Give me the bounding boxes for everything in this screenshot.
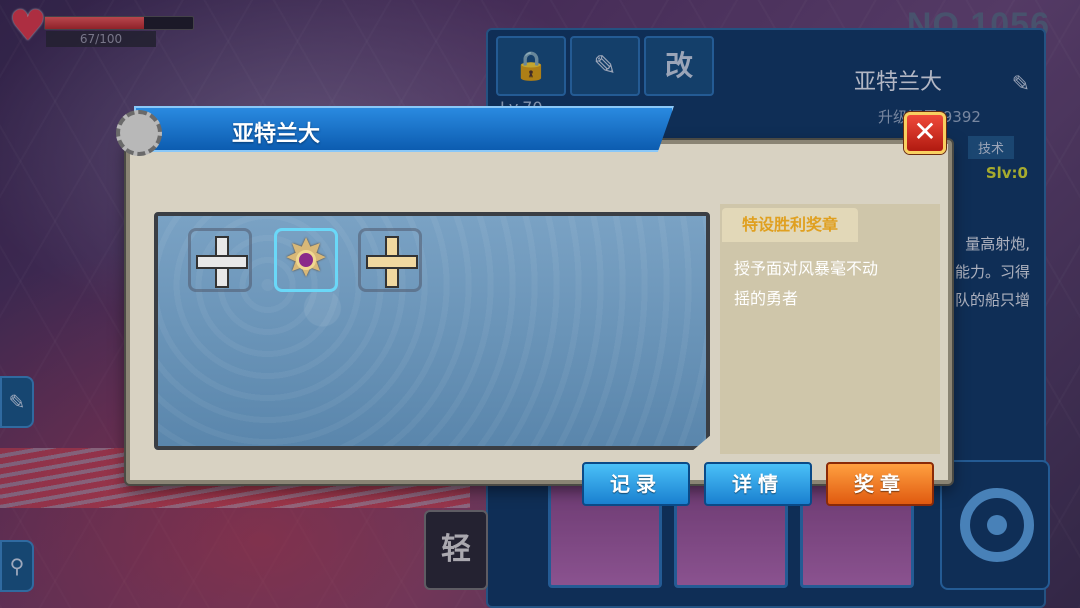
dialog-frame: ✸ 特设胜利奖章 授予面对风暴毫不动 摇的勇者 记录 详情 奖章 (126, 140, 952, 506)
dialog-title: 亚特兰大 (232, 122, 321, 147)
medal-description: 授予面对风暴毫不动 摇的勇者 (734, 254, 930, 314)
record-button[interactable]: 记录 (582, 462, 690, 506)
medal-dialog: ✸ 特设胜利奖章 授予面对风暴毫不动 摇的勇者 记录 详情 奖章 亚特兰大 ✕ (116, 106, 952, 506)
medal-button[interactable]: 奖章 (826, 462, 934, 506)
medal-info-panel: 特设胜利奖章 授予面对风暴毫不动 摇的勇者 (720, 204, 940, 454)
medal-slot-silver-cross[interactable] (188, 228, 252, 292)
close-button[interactable]: ✕ (904, 112, 946, 154)
medal-slot-gold-cross[interactable] (358, 228, 422, 292)
medal-description-line: 摇的勇者 (734, 289, 799, 308)
medal-description-line: 授予面对风暴毫不动 (734, 259, 879, 278)
medal-gem (296, 250, 316, 270)
gold-cross-medal-icon (366, 236, 418, 288)
dialog-header: 亚特兰大 (134, 106, 674, 152)
gear-icon (116, 110, 162, 156)
medal-title: 特设胜利奖章 (722, 208, 858, 242)
silver-cross-medal-icon (196, 236, 248, 288)
details-button[interactable]: 详情 (704, 462, 812, 506)
medal-board: ✸ (154, 212, 710, 450)
medal-slot-star-order[interactable]: ✸ (274, 228, 338, 292)
